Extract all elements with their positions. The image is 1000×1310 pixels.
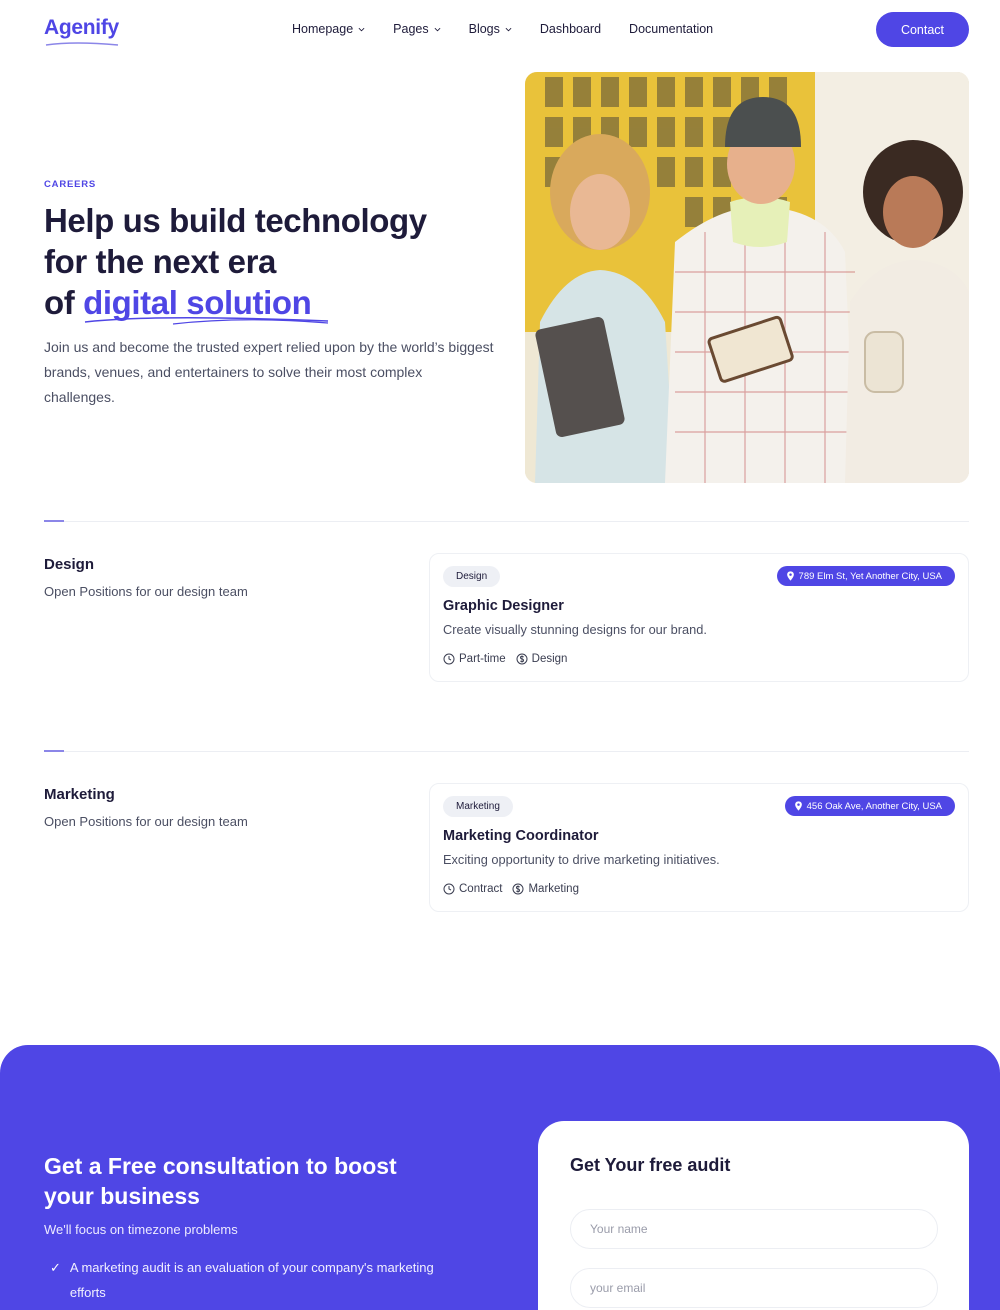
job-category-label: Marketing <box>528 883 579 895</box>
job-category-label: Design <box>531 653 568 665</box>
careers-eyebrow: CAREERS <box>44 179 97 190</box>
job-meta: Contract Marketing <box>443 883 579 895</box>
nav-pages[interactable]: Pages <box>393 22 441 36</box>
location-text: 789 Elm St, Yet Another City, USA <box>798 570 942 582</box>
job-description: Exciting opportunity to drive marketing … <box>443 852 720 867</box>
map-pin-icon <box>786 571 794 581</box>
location-badge: 789 Elm St, Yet Another City, USA <box>776 566 955 586</box>
nav-homepage-label: Homepage <box>292 22 354 36</box>
job-category: Design <box>516 653 568 665</box>
job-meta: Part-time Design <box>443 653 567 665</box>
nav-dashboard[interactable]: Dashboard <box>540 22 601 36</box>
job-card-graphic-designer[interactable]: Design 789 Elm St, Yet Another City, USA… <box>429 553 969 682</box>
audit-form-title: Get Your free audit <box>570 1155 731 1175</box>
team-photo <box>525 72 969 483</box>
email-input[interactable] <box>570 1268 938 1308</box>
job-type: Contract <box>443 883 502 895</box>
hero-title-line2: for the next era <box>44 243 276 280</box>
section-divider <box>44 521 969 522</box>
name-input[interactable] <box>570 1209 938 1249</box>
job-tag: Design <box>443 566 501 587</box>
nav-dashboard-label: Dashboard <box>539 22 602 36</box>
job-type: Part-time <box>443 653 506 665</box>
cta-checklist-text: A marketing audit is an evaluation of yo… <box>69 1260 434 1300</box>
section-title-marketing: Marketing <box>44 786 115 803</box>
check-icon: ✓ <box>50 1260 61 1275</box>
cta-title: Get a Free consultation to boost your bu… <box>44 1153 397 1209</box>
hero-title-accent: digital solution <box>83 282 329 325</box>
site-header: Agenify Homepage Pages Blogs Dashboard D… <box>0 0 1000 60</box>
consultation-section: Get a Free consultation to boost your bu… <box>0 1045 1000 1310</box>
nav-documentation-label: Documentation <box>629 22 714 36</box>
logo[interactable]: Agenify <box>44 16 119 46</box>
nav-pages-label: Pages <box>393 22 429 36</box>
section-subtitle-design: Open Positions for our design team <box>44 584 248 599</box>
job-description: Create visually stunning designs for our… <box>443 622 707 637</box>
cta-checklist-item: ✓ A marketing audit is an evaluation of … <box>50 1255 470 1305</box>
nav-homepage[interactable]: Homepage <box>292 22 365 36</box>
audit-form: Get Your free audit <box>538 1121 969 1310</box>
job-title: Graphic Designer <box>443 598 564 614</box>
location-text: 456 Oak Ave, Another City, USA <box>806 800 942 812</box>
hero-title: Help us build technology for the next er… <box>44 200 514 325</box>
logo-underline-icon <box>45 42 119 46</box>
main-nav: Homepage Pages Blogs Dashboard Documenta… <box>292 22 713 36</box>
job-type-label: Part-time <box>459 653 506 665</box>
job-title: Marketing Coordinator <box>443 828 599 844</box>
section-divider-accent <box>44 750 64 752</box>
nav-documentation[interactable]: Documentation <box>629 22 713 36</box>
hero-description: Join us and become the trusted expert re… <box>44 339 494 405</box>
section-divider <box>44 751 969 752</box>
hero-title-line1: Help us build technology <box>44 202 427 239</box>
hero-title-prefix: of <box>44 284 84 321</box>
chevron-down-icon <box>434 27 441 31</box>
job-card-marketing-coordinator[interactable]: Marketing 456 Oak Ave, Another City, USA… <box>429 783 969 912</box>
nav-blogs[interactable]: Blogs <box>469 22 512 36</box>
clock-icon <box>443 653 455 665</box>
job-tag: Marketing <box>443 796 513 817</box>
section-title-design: Design <box>44 556 95 573</box>
chevron-down-icon <box>505 27 512 31</box>
accent-underline-icon <box>85 316 329 325</box>
map-pin-icon <box>794 801 802 811</box>
team-photo-illustration <box>525 72 969 483</box>
location-badge: 456 Oak Ave, Another City, USA <box>784 796 955 816</box>
section-divider-accent <box>44 520 64 522</box>
dollar-icon <box>512 883 524 895</box>
clock-icon <box>443 883 455 895</box>
chevron-down-icon <box>358 27 365 31</box>
dollar-icon <box>516 653 528 665</box>
nav-blogs-label: Blogs <box>468 22 500 36</box>
logo-text: Agenify <box>44 16 119 39</box>
contact-button[interactable]: Contact <box>876 12 969 47</box>
job-category: Marketing <box>512 883 579 895</box>
cta-subtitle: We'll focus on timezone problems <box>44 1222 238 1237</box>
section-subtitle-marketing: Open Positions for our design team <box>44 814 248 829</box>
job-type-label: Contract <box>459 883 503 895</box>
